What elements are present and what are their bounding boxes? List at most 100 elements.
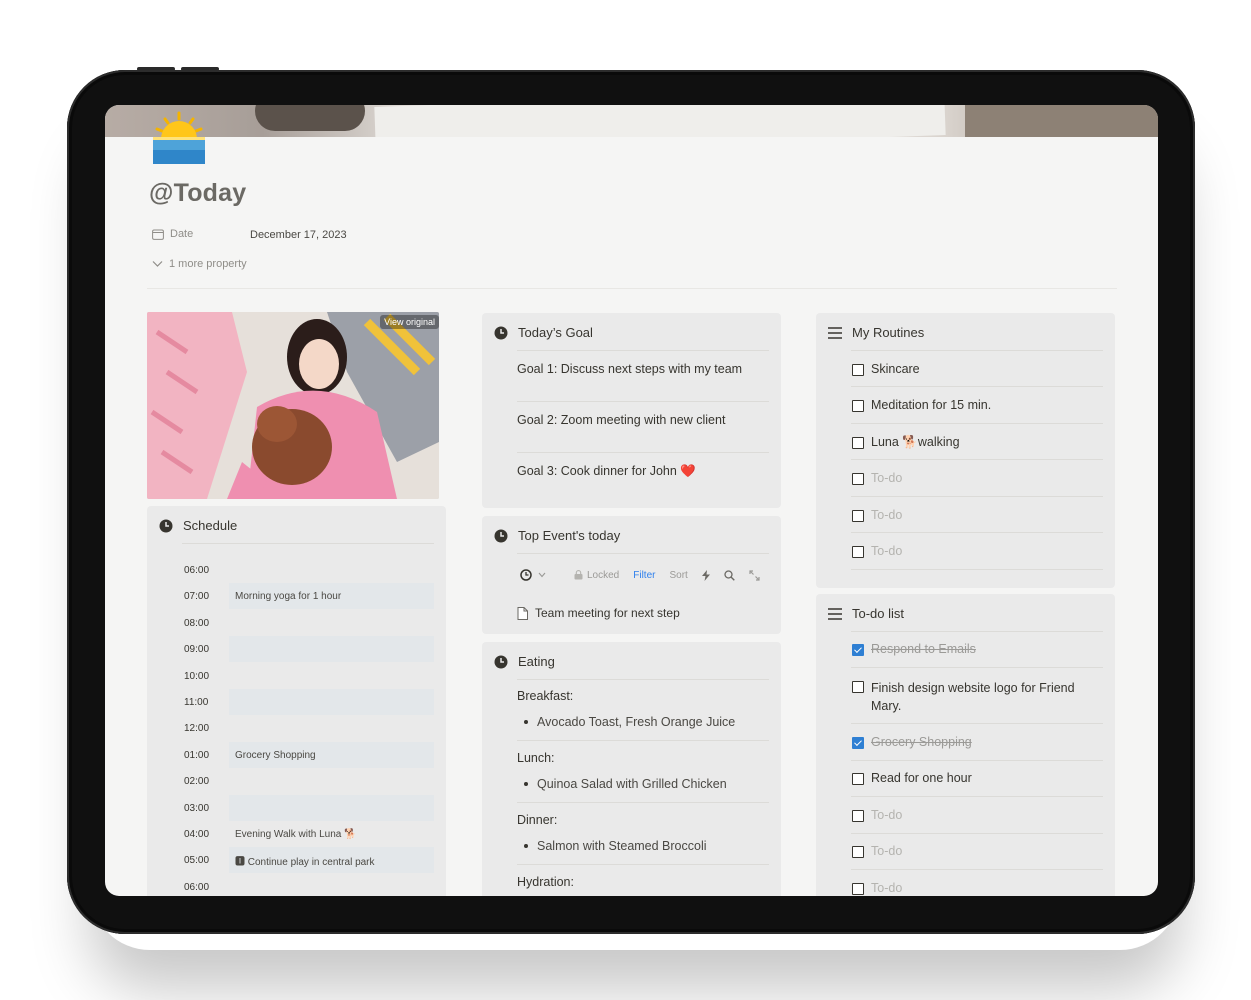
schedule-row[interactable]: 12:00 (174, 715, 434, 741)
clock-icon (494, 529, 508, 542)
goal-item[interactable]: Goal 2: Zoom meeting with new client (517, 413, 725, 427)
chevron-down-icon (152, 261, 163, 267)
goal-item[interactable]: Goal 1: Discuss next steps with my team (517, 362, 742, 376)
goals-title: Today’s Goal (518, 325, 593, 340)
page-title[interactable]: @Today (149, 179, 246, 208)
events-title: Top Event's today (518, 528, 621, 543)
timeline-view-icon[interactable] (520, 569, 532, 581)
event-title: Team meeting for next step (535, 606, 680, 620)
todo-title: To-do list (852, 606, 905, 621)
lock-icon (574, 570, 583, 580)
event-item[interactable]: Team meeting for next step (517, 606, 680, 620)
schedule-card: Schedule 06:00 07:00 Morning yoga for 1 h… (147, 506, 446, 896)
goal-item[interactable]: Goal 3: Cook dinner for John ❤️ (517, 464, 696, 479)
events-card: Top Event's today Locked Filter Sort Tea… (482, 516, 781, 634)
checkbox-checked[interactable] (852, 644, 864, 656)
routines-card: My Routines Skincare Meditation for 15 m… (816, 313, 1115, 588)
goals-card: Today’s Goal Goal 1: Discuss next steps … (482, 313, 781, 508)
meal-label[interactable]: Dinner: (517, 813, 557, 827)
meal-label[interactable]: Breakfast: (517, 689, 573, 703)
routines-title: My Routines (852, 325, 925, 340)
view-original-button[interactable]: View original (380, 315, 439, 329)
checkbox[interactable] (852, 883, 864, 895)
checkbox[interactable] (852, 400, 864, 412)
routines-header[interactable]: My Routines (828, 325, 1103, 340)
todo-card: To-do list Respond to Emails Finish desi… (816, 594, 1115, 896)
checkbox-checked[interactable] (852, 737, 864, 749)
chevron-down-icon[interactable] (538, 572, 546, 578)
schedule-row[interactable]: 11:00 (174, 689, 434, 715)
meal-item[interactable]: Salmon with Steamed Broccoli (524, 839, 707, 853)
property-name: Date (170, 228, 194, 240)
goals-header[interactable]: Today’s Goal (494, 325, 769, 340)
schedule-row[interactable]: 10:00 (174, 663, 434, 689)
sort-button[interactable]: Sort (669, 570, 687, 581)
locked-label[interactable]: Locked (587, 570, 619, 581)
todo-item[interactable]: To-do (852, 808, 902, 822)
todo-header[interactable]: To-do list (828, 606, 1103, 621)
filter-button[interactable]: Filter (633, 570, 655, 581)
eating-card: Eating Breakfast: Avocado Toast, Fresh O… (482, 642, 781, 896)
photo-illustration (147, 312, 439, 499)
calendar-icon (152, 229, 164, 240)
clock-icon (159, 519, 173, 532)
page-icon (517, 606, 528, 620)
more-properties-label: 1 more property (169, 258, 247, 270)
todo-item[interactable]: Grocery Shopping (852, 735, 972, 749)
meal-label[interactable]: Lunch: (517, 751, 555, 765)
routine-item[interactable]: To-do (852, 508, 902, 522)
schedule-row[interactable]: 01:00 Grocery Shopping (174, 742, 434, 768)
schedule-row[interactable]: 07:00 Morning yoga for 1 hour (174, 583, 434, 609)
notion-page: @Today Date December 17, 2023 1 more pro… (105, 105, 1158, 896)
todo-item[interactable]: Read for one hour (852, 771, 972, 785)
checkbox[interactable] (852, 810, 864, 822)
clock-icon (494, 655, 508, 668)
embedded-photo[interactable]: View original (147, 312, 439, 499)
todo-item[interactable]: To-do (852, 881, 902, 895)
events-header[interactable]: Top Event's today (494, 528, 769, 543)
routine-item[interactable]: Meditation for 15 min. (852, 398, 991, 412)
checkbox[interactable] (852, 773, 864, 785)
schedule-row[interactable]: 06:00 (174, 557, 434, 583)
divider (147, 288, 1117, 289)
schedule-row[interactable]: 03:00 (174, 795, 434, 821)
schedule-row[interactable]: 02:00 (174, 768, 434, 794)
checkbox[interactable] (852, 473, 864, 485)
sunrise-icon[interactable] (152, 110, 206, 164)
meal-item[interactable]: Quinoa Salad with Grilled Chicken (524, 777, 727, 791)
checkbox[interactable] (852, 437, 864, 449)
todo-item[interactable]: Respond to Emails (852, 642, 976, 656)
schedule-title: Schedule (183, 518, 238, 533)
checkbox[interactable] (852, 846, 864, 858)
schedule-row[interactable]: 05:00 🅸 Continue play in central park (174, 847, 434, 873)
eating-header[interactable]: Eating (494, 654, 769, 669)
clock-icon (494, 326, 508, 339)
checkbox[interactable] (852, 510, 864, 522)
schedule-header[interactable]: Schedule (159, 518, 434, 533)
meal-label[interactable]: Hydration: (517, 875, 574, 889)
lightning-icon[interactable] (701, 569, 710, 581)
meal-item[interactable]: Avocado Toast, Fresh Orange Juice (524, 715, 735, 729)
schedule-row[interactable]: 06:00 (174, 874, 434, 896)
menu-icon (828, 326, 842, 339)
schedule-row[interactable]: 09:00 (174, 636, 434, 662)
schedule-row[interactable]: 04:00 Evening Walk with Luna 🐕 (174, 821, 434, 847)
todo-item[interactable]: To-do (852, 844, 902, 858)
schedule-row[interactable]: 08:00 (174, 610, 434, 636)
menu-icon (828, 607, 842, 620)
expand-icon[interactable] (749, 569, 760, 581)
page-cover[interactable] (105, 105, 1158, 137)
routine-item[interactable]: To-do (852, 471, 902, 485)
eating-title: Eating (518, 654, 555, 669)
property-date[interactable]: Date (152, 228, 193, 240)
routine-item[interactable]: Luna 🐕walking (852, 435, 960, 450)
todo-item[interactable]: Finish design website logo for Friend Ma… (852, 679, 1087, 715)
checkbox[interactable] (852, 546, 864, 558)
routine-item[interactable]: To-do (852, 544, 902, 558)
search-icon[interactable] (724, 569, 735, 581)
more-properties-toggle[interactable]: 1 more property (152, 258, 247, 270)
checkbox[interactable] (852, 364, 864, 376)
checkbox[interactable] (852, 681, 864, 693)
routine-item[interactable]: Skincare (852, 362, 920, 376)
property-value[interactable]: December 17, 2023 (250, 229, 347, 241)
